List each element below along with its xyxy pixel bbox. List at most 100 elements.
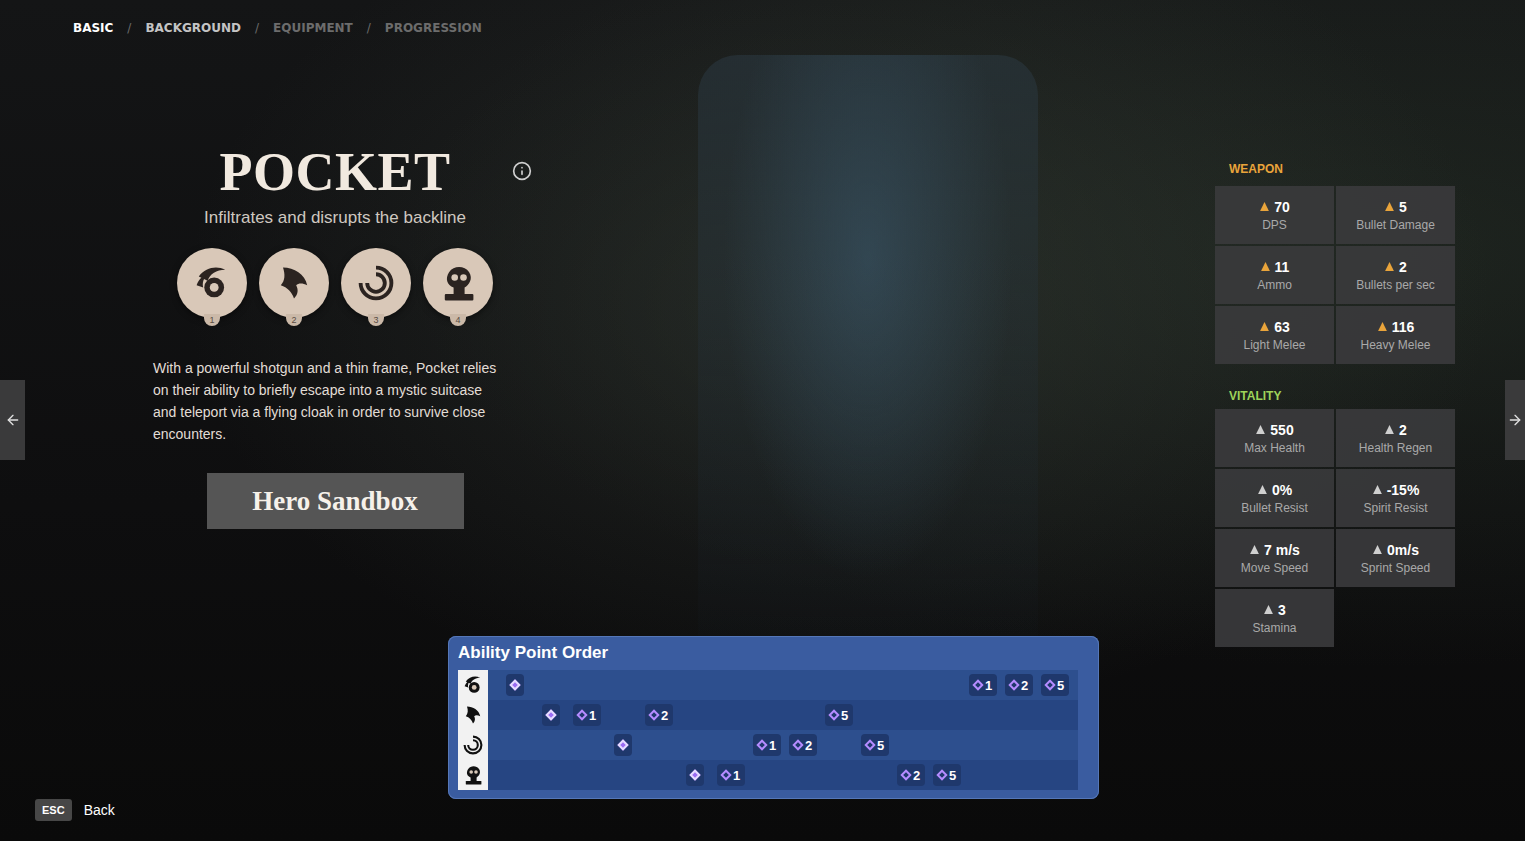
tab-nav: BASIC/BACKGROUND/EQUIPMENT/PROGRESSION bbox=[0, 0, 1525, 55]
ability-list: 1 2 3 4 bbox=[177, 248, 493, 326]
next-hero-button[interactable] bbox=[1505, 380, 1525, 460]
back-label: Back bbox=[84, 802, 115, 821]
stat-value: 7 m/s bbox=[1249, 542, 1300, 558]
ability-order-row: 125 bbox=[458, 760, 1078, 790]
stat-cell: 116 Heavy Melee bbox=[1336, 306, 1455, 364]
stat-value: 550 bbox=[1255, 422, 1293, 438]
stat-label: Spirit Resist bbox=[1363, 501, 1427, 515]
ability-number: 1 bbox=[204, 314, 220, 327]
back-control[interactable]: ESC Back bbox=[0, 636, 448, 841]
order-track: 125 bbox=[488, 670, 1078, 700]
stat-icon bbox=[1372, 544, 1383, 555]
ability-number: 2 bbox=[286, 314, 302, 327]
upgrade-point: 2 bbox=[789, 734, 817, 756]
stat-label: Ammo bbox=[1257, 278, 1292, 292]
previous-hero-button[interactable] bbox=[0, 380, 25, 460]
stat-cell: 63Light Melee bbox=[1215, 306, 1334, 364]
nav-tab[interactable]: BASIC bbox=[73, 21, 113, 35]
title-row: POCKET bbox=[150, 143, 520, 202]
ability-button[interactable]: 1 bbox=[177, 248, 247, 326]
upgrade-point: 2 bbox=[1005, 674, 1033, 696]
stat-value: 5 bbox=[1384, 199, 1407, 215]
suitcase-spirit-icon bbox=[436, 261, 480, 305]
stat-value: 70 bbox=[1259, 199, 1290, 215]
order-track: 125 bbox=[488, 760, 1078, 790]
hero-sandbox-button[interactable]: Hero Sandbox bbox=[207, 473, 464, 529]
diamond-icon bbox=[617, 739, 628, 750]
order-track: 125 bbox=[488, 730, 1078, 760]
stat-value: 116 bbox=[1377, 319, 1415, 335]
stat-icon bbox=[1260, 261, 1271, 272]
cloak-icon bbox=[461, 703, 485, 727]
stat-icon bbox=[1249, 544, 1260, 555]
stat-value: -15% bbox=[1372, 482, 1420, 498]
fireball-icon bbox=[461, 673, 485, 697]
ability-button[interactable]: 2 bbox=[259, 248, 329, 326]
stat-label: Heavy Melee bbox=[1360, 338, 1430, 352]
stat-icon bbox=[1263, 604, 1274, 615]
stat-label: Light Melee bbox=[1243, 338, 1305, 352]
diamond-icon bbox=[720, 769, 731, 780]
stat-value: 0% bbox=[1257, 482, 1292, 498]
swirl-icon bbox=[354, 261, 398, 305]
stat-icon bbox=[1372, 484, 1383, 495]
nav-separator: / bbox=[255, 21, 259, 35]
stat-label: Bullet Resist bbox=[1241, 501, 1308, 515]
upgrade-point: 1 bbox=[717, 764, 745, 786]
stat-label: Health Regen bbox=[1359, 441, 1432, 455]
cloak-icon bbox=[272, 261, 316, 305]
nav-tab[interactable]: BACKGROUND bbox=[145, 21, 241, 35]
esc-key[interactable]: ESC bbox=[35, 799, 72, 821]
stat-icon bbox=[1384, 261, 1395, 272]
row-ability bbox=[458, 730, 488, 760]
upgrade-point: 5 bbox=[825, 704, 853, 726]
row-ability bbox=[458, 760, 488, 790]
ability-number: 4 bbox=[450, 314, 466, 327]
ability-order-panel: Ability Point Order125125125125 bbox=[448, 636, 1099, 799]
stat-icon bbox=[1259, 201, 1270, 212]
ability-button[interactable]: 3 bbox=[341, 248, 411, 326]
diamond-icon bbox=[756, 739, 767, 750]
suitcase-spirit-icon bbox=[461, 763, 485, 787]
stat-cell: 3Stamina bbox=[1215, 589, 1334, 647]
diamond-icon bbox=[1044, 679, 1055, 690]
nav-separator: / bbox=[367, 21, 371, 35]
upgrade-point: 1 bbox=[753, 734, 781, 756]
stat-cell: 7 m/sMove Speed bbox=[1215, 529, 1334, 587]
swirl-icon bbox=[461, 733, 485, 757]
stat-label: Stamina bbox=[1252, 621, 1296, 635]
diamond-icon bbox=[576, 709, 587, 720]
ability-circle bbox=[177, 248, 247, 318]
diamond-icon bbox=[828, 709, 839, 720]
diamond-icon bbox=[936, 769, 947, 780]
stat-cell: 11Ammo bbox=[1215, 246, 1334, 304]
unlock-point bbox=[542, 704, 560, 726]
row-ability bbox=[458, 670, 488, 700]
diamond-icon bbox=[509, 679, 520, 690]
nav-tab: EQUIPMENT bbox=[273, 21, 353, 35]
diamond-icon bbox=[864, 739, 875, 750]
upgrade-point: 1 bbox=[969, 674, 997, 696]
ability-order-row: 125 bbox=[458, 700, 1078, 730]
ability-order-title: Ability Point Order bbox=[458, 636, 1078, 670]
nav-tab: PROGRESSION bbox=[385, 21, 482, 35]
stat-icon bbox=[1377, 321, 1388, 332]
stat-icon bbox=[1259, 321, 1270, 332]
ability-button[interactable]: 4 bbox=[423, 248, 493, 326]
stat-value: 2 bbox=[1384, 259, 1407, 275]
upgrade-point: 5 bbox=[933, 764, 961, 786]
stat-icon bbox=[1257, 484, 1268, 495]
ability-order-row: 125 bbox=[458, 730, 1078, 760]
info-icon[interactable] bbox=[512, 161, 532, 181]
stat-cell: 0m/sSprint Speed bbox=[1336, 529, 1455, 587]
row-ability bbox=[458, 700, 488, 730]
weapon-stats: 70DPS5Bullet Damage11Ammo2Bullets per se… bbox=[1215, 186, 1455, 364]
unlock-point bbox=[614, 734, 632, 756]
ability-order-row: 125 bbox=[458, 670, 1078, 700]
stat-cell: 550Max Health bbox=[1215, 409, 1334, 467]
stat-cell: 0% Bullet Resist bbox=[1215, 469, 1334, 527]
diamond-icon bbox=[689, 769, 700, 780]
hero-info: POCKETInfiltrates and disrupts the backl… bbox=[150, 55, 520, 636]
stat-icon bbox=[1255, 424, 1266, 435]
stat-cell: 2Health Regen bbox=[1336, 409, 1455, 467]
